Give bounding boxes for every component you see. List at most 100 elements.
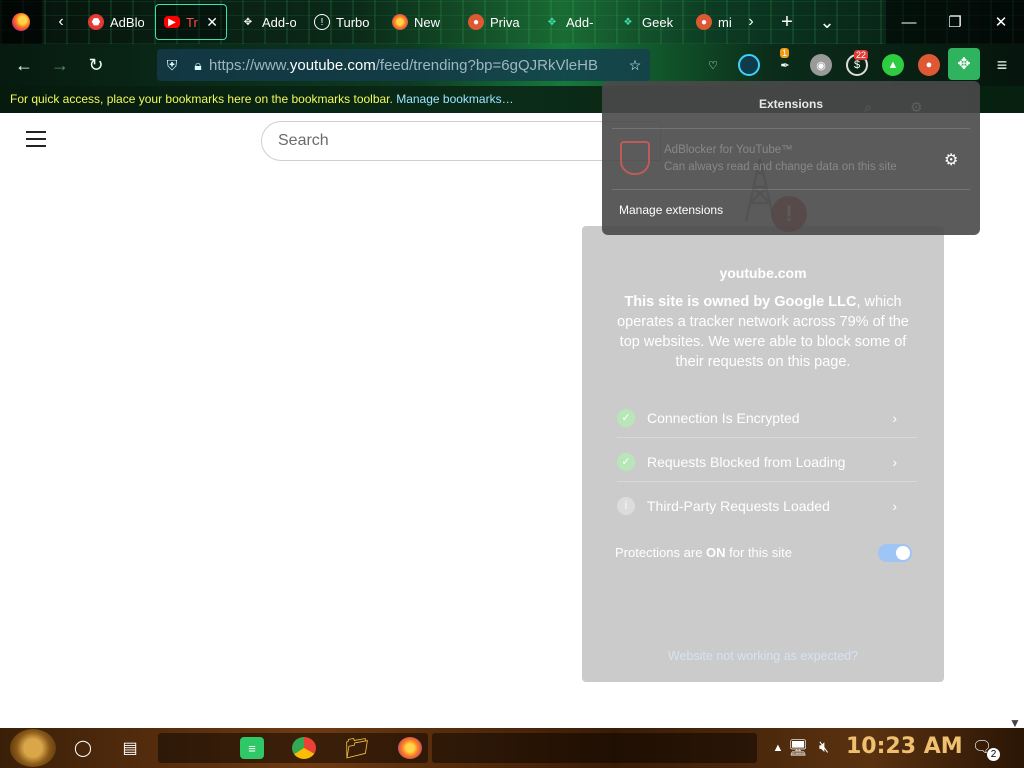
firefox-icon bbox=[392, 14, 408, 30]
tab-turbo[interactable]: ! Turbo bbox=[306, 4, 378, 40]
file-explorer-icon[interactable]: 📁︎ bbox=[344, 737, 369, 760]
tab-label: Add- bbox=[566, 14, 594, 30]
back-button[interactable]: ← bbox=[12, 53, 36, 77]
youtube-icon: ▶ bbox=[164, 16, 180, 28]
taskbar-clock[interactable]: 10:23 AM bbox=[846, 734, 963, 759]
requests-blocked-row[interactable]: ✓ Requests Blocked from Loading › bbox=[617, 442, 917, 482]
hamburger-menu-icon: ≡ bbox=[996, 54, 1008, 75]
tab-trending[interactable]: ▶ Tre ✕ bbox=[155, 4, 227, 40]
lock-icon[interactable]: 🔒︎ bbox=[187, 49, 209, 81]
connection-encrypted-row[interactable]: ✓ Connection Is Encrypted › bbox=[617, 398, 917, 438]
extension-name[interactable]: AdBlocker for YouTube™ bbox=[664, 144, 793, 156]
adblock-icon: ⬣ bbox=[88, 14, 104, 30]
extension-permission-text: Can always read and change data on this … bbox=[664, 161, 897, 173]
extensions-button[interactable]: ✥ bbox=[948, 48, 980, 80]
privacy-dashboard-panel: youtube.com This site is owned by Google… bbox=[582, 226, 944, 682]
divider bbox=[612, 189, 970, 190]
chrome-icon[interactable] bbox=[292, 737, 316, 759]
tab-geek[interactable]: ❖ Geek bbox=[612, 4, 684, 40]
task-view-icon[interactable]: ▤ bbox=[118, 737, 142, 759]
tab-mir[interactable]: ● mir bbox=[688, 4, 740, 40]
arrow-left-icon: ← bbox=[15, 54, 33, 75]
website-not-working-link[interactable]: Website not working as expected? bbox=[582, 649, 944, 663]
ext-camera-icon[interactable]: ◉ bbox=[810, 54, 832, 76]
start-button[interactable] bbox=[10, 729, 56, 767]
check-icon: ✓ bbox=[617, 452, 635, 471]
firefox-view-button[interactable] bbox=[0, 0, 42, 44]
protections-toggle[interactable] bbox=[878, 544, 912, 562]
extensions-popup-title: Extensions bbox=[758, 97, 824, 111]
minimize-icon: — bbox=[901, 13, 917, 31]
tab-strip: ‹ ⬣ AdBlo ▶ Tre ✕ ✥ Add-o ! Turbo New ● … bbox=[0, 0, 1024, 44]
list-all-tabs-button[interactable]: ⌄ bbox=[812, 0, 842, 44]
firefox-icon bbox=[12, 13, 30, 31]
duckduckgo-icon: ● bbox=[696, 14, 712, 30]
tab-privacy[interactable]: ● Priva bbox=[460, 4, 532, 40]
chevron-right-icon: › bbox=[892, 409, 897, 426]
notification-count: 2 bbox=[987, 748, 1000, 761]
extension-settings-gear-icon[interactable]: ⚙ bbox=[944, 150, 958, 170]
arrow-right-icon: → bbox=[51, 54, 69, 75]
extensions-popup: Extensions ⌕ ⚙ AdBlocker for YouTube™ Ca… bbox=[602, 81, 980, 235]
puzzle-icon: ✥ bbox=[957, 56, 971, 73]
site-domain: youtube.com bbox=[719, 265, 807, 281]
ext-green-up-icon[interactable]: ▲ bbox=[882, 54, 904, 76]
pocket-icon[interactable]: ♡ bbox=[702, 54, 724, 76]
tab-label: Turbo bbox=[336, 14, 370, 30]
gear-icon: ⚙ bbox=[910, 99, 923, 115]
chevron-right-icon: › bbox=[892, 453, 897, 470]
firefox-icon[interactable] bbox=[398, 737, 422, 759]
tab-addons[interactable]: ✥ Add-o bbox=[232, 4, 304, 40]
url-text[interactable]: https://www.youtube.com/feed/trending?bp… bbox=[209, 57, 609, 74]
notification-center-icon[interactable]: 🗨︎ 2 bbox=[972, 737, 1000, 761]
tab-label: Priva bbox=[490, 14, 520, 30]
info-icon: i bbox=[617, 497, 635, 515]
youtube-search-input[interactable]: Search bbox=[261, 121, 661, 161]
tab-scroll-right-button[interactable]: › bbox=[736, 0, 766, 44]
shield-icon[interactable]: ⛨ bbox=[157, 49, 187, 81]
maximize-button[interactable]: ❐ bbox=[932, 0, 978, 44]
manage-bookmarks-link[interactable]: Manage bookmarks… bbox=[396, 92, 513, 106]
network-icon[interactable]: 🖥︎ bbox=[786, 737, 810, 759]
tab-label: Tre bbox=[186, 14, 198, 30]
close-tab-icon[interactable]: ✕ bbox=[206, 14, 218, 31]
search-icon: ⌕ bbox=[864, 99, 872, 115]
minimize-button[interactable]: — bbox=[886, 0, 932, 44]
tab-label: Add-o bbox=[262, 14, 296, 30]
duckduckgo-icon[interactable]: ● bbox=[918, 54, 940, 76]
duckduckgo-icon: ● bbox=[468, 14, 484, 30]
reload-icon: ↻ bbox=[88, 54, 104, 75]
close-window-button[interactable]: ✕ bbox=[978, 0, 1024, 44]
tab-scroll-left-button[interactable]: ‹ bbox=[46, 0, 76, 44]
geek-icon: ❖ bbox=[623, 16, 633, 28]
chevron-right-icon: › bbox=[748, 13, 754, 30]
ext-bird-icon[interactable]: ✒ 1 bbox=[774, 48, 796, 76]
ext-circle-icon[interactable] bbox=[738, 54, 760, 76]
tab-addons-2[interactable]: ✥ Add- bbox=[536, 4, 608, 40]
volume-muted-icon[interactable]: 🔇︎ bbox=[812, 737, 836, 759]
ext-counter-icon[interactable]: $22 bbox=[846, 50, 869, 76]
navigation-toolbar: ← → ↻ ⛨ 🔒︎ https://www.youtube.com/feed/… bbox=[0, 44, 1024, 86]
bookmarks-hint: For quick access, place your bookmarks h… bbox=[10, 92, 514, 106]
close-icon: ✕ bbox=[994, 14, 1008, 31]
new-tab-button[interactable]: + bbox=[772, 0, 802, 44]
bookmark-star-icon[interactable]: ☆ bbox=[620, 49, 650, 81]
manage-extensions-button[interactable]: Manage extensions bbox=[619, 203, 723, 217]
chevron-down-icon: ⌄ bbox=[819, 11, 835, 32]
tab-adblock[interactable]: ⬣ AdBlo bbox=[80, 4, 152, 40]
reload-button[interactable]: ↻ bbox=[84, 53, 108, 77]
tab-new[interactable]: New bbox=[384, 4, 456, 40]
chevron-right-icon: › bbox=[892, 498, 897, 514]
search-circle-icon[interactable]: ◯ bbox=[71, 737, 95, 759]
site-owner-text: This site is owned by Google LLC, which … bbox=[617, 294, 909, 370]
youtube-menu-button[interactable] bbox=[26, 131, 46, 147]
windows-taskbar: ◯ ▤ ≡ 📁︎ ▲ 🖥︎ 🔇︎ 10:23 AM 🗨︎ 2 bbox=[0, 728, 1024, 768]
forward-button[interactable]: → bbox=[48, 53, 72, 77]
divider bbox=[612, 128, 970, 129]
notes-app-icon[interactable]: ≡ bbox=[240, 737, 264, 759]
ext-badge: 22 bbox=[854, 50, 869, 60]
url-bar[interactable]: ⛨ 🔒︎ https://www.youtube.com/feed/trendi… bbox=[157, 49, 650, 81]
check-icon: ✓ bbox=[617, 408, 635, 427]
third-party-requests-row[interactable]: i Third-Party Requests Loaded › bbox=[617, 486, 917, 526]
app-menu-button[interactable]: ≡ bbox=[990, 53, 1014, 77]
